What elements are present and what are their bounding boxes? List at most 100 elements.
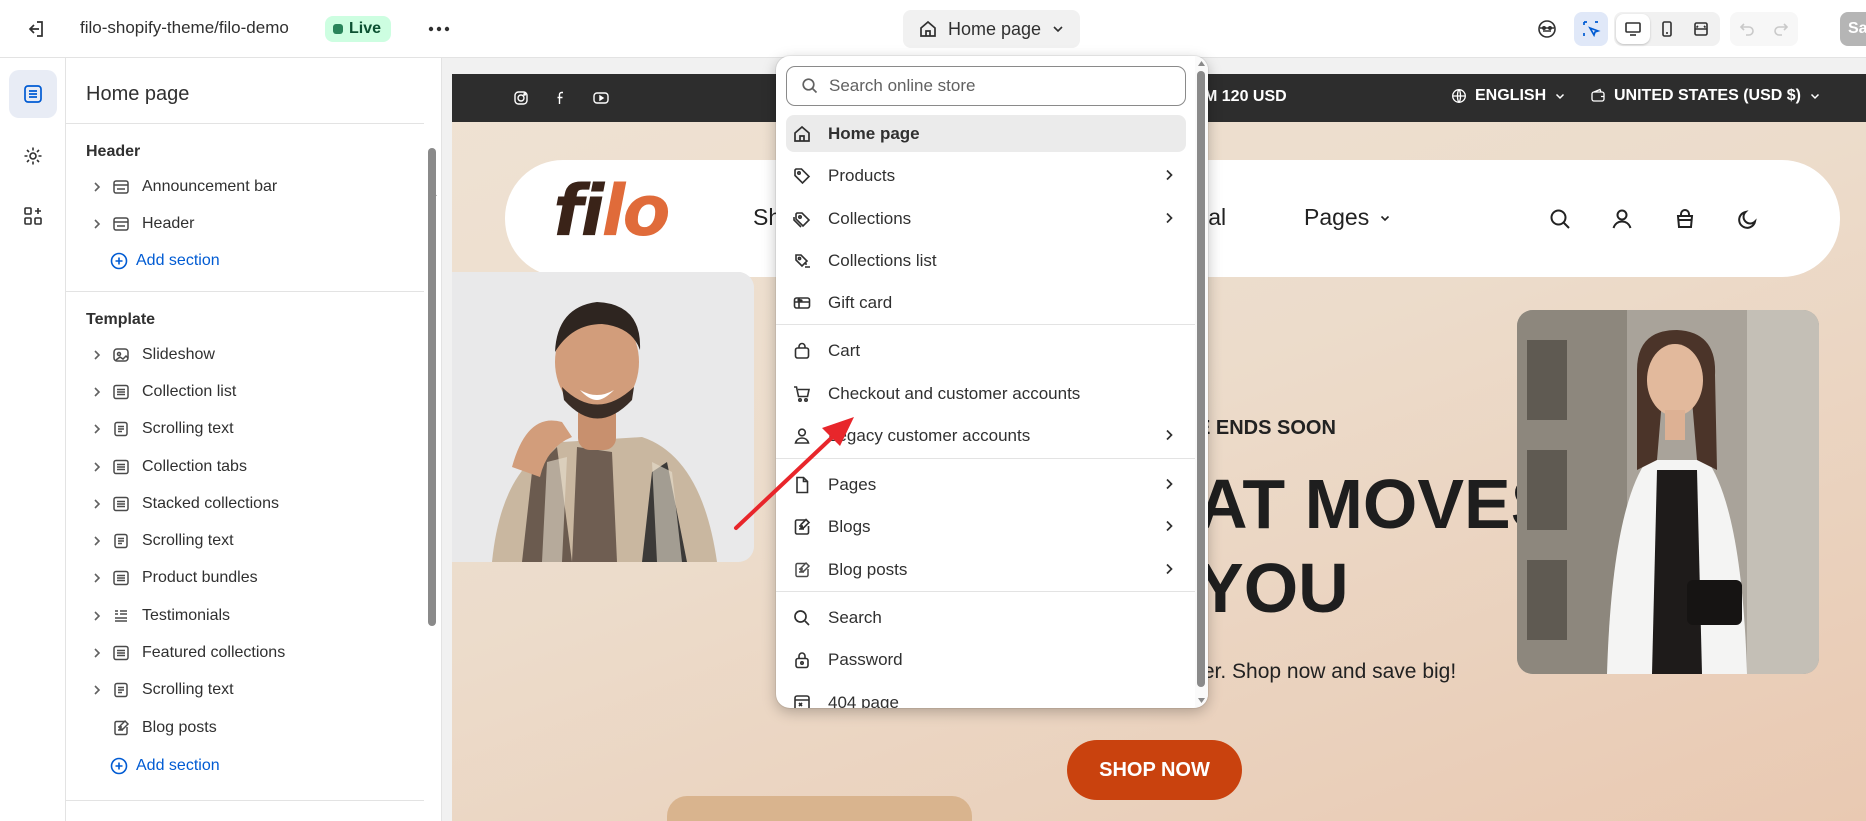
search-icon[interactable] — [1545, 204, 1575, 234]
sidebar-item-template[interactable]: Scrolling text — [86, 675, 416, 705]
chevron-right-icon[interactable] — [86, 344, 108, 366]
sections-tab[interactable] — [9, 70, 57, 118]
sidebar-scrollbar-thumb[interactable] — [428, 148, 436, 626]
chevron-right-icon[interactable] — [86, 605, 108, 627]
dropdown-item-legacy-customer-accounts[interactable]: Legacy customer accounts — [786, 417, 1186, 454]
header-icon — [110, 213, 132, 235]
sidebar-item-template[interactable]: Blog posts — [86, 713, 416, 743]
dropdown-item-cart[interactable]: Cart — [786, 332, 1186, 369]
sidebar-item-template[interactable]: Scrolling text — [86, 414, 416, 444]
dropdown-item-collections-list[interactable]: Collections list — [786, 242, 1186, 279]
hero-subtext: fer. Shop now and save big! — [1197, 660, 1457, 683]
collection-list-icon — [110, 456, 132, 478]
chevron-down-icon — [1053, 26, 1063, 33]
chevron-right-icon[interactable] — [86, 493, 108, 515]
chevron-right-icon[interactable] — [86, 418, 108, 440]
apps-tab[interactable] — [9, 192, 57, 240]
collection-list-icon — [110, 381, 132, 403]
add-section-button-template[interactable]: Add section — [110, 751, 220, 781]
store-logo[interactable]: filo — [553, 170, 671, 252]
dropdown-item-pages[interactable]: Pages — [786, 466, 1186, 503]
currency-selector[interactable]: UNITED STATES (USD $) — [1590, 87, 1821, 105]
blog-icon — [790, 515, 814, 539]
chevron-right-icon[interactable] — [86, 530, 108, 552]
undo-button[interactable] — [1730, 12, 1764, 46]
dropdown-item-gift-card[interactable]: Gift card — [786, 284, 1186, 321]
account-icon[interactable] — [1607, 204, 1637, 234]
search-online-store-field[interactable] — [786, 66, 1186, 106]
chevron-right-icon[interactable] — [86, 381, 108, 403]
instagram-icon[interactable] — [511, 88, 531, 108]
cart-bag-icon[interactable] — [1670, 204, 1700, 234]
dropdown-item-404-page[interactable]: 404 page — [786, 684, 1186, 708]
dropdown-item-checkout-and-customer-accounts[interactable]: Checkout and customer accounts — [786, 375, 1186, 412]
sidebar-item-template[interactable]: Product bundles — [86, 563, 416, 593]
hero-headline-line-1: AT MOVES — [1197, 465, 1558, 543]
sidebar-item-announcement-bar[interactable]: Announcement bar — [86, 172, 416, 202]
sidebar-item-template[interactable]: Slideshow — [86, 340, 416, 370]
dropdown-item-home-page[interactable]: Home page — [786, 115, 1186, 152]
full-width-view-button[interactable] — [1684, 14, 1718, 44]
slideshow-icon — [110, 344, 132, 366]
sidebar-item-header[interactable]: Header — [86, 209, 416, 239]
nav-pages-link[interactable]: Pages — [1304, 204, 1391, 231]
search-online-store-input[interactable] — [829, 76, 1169, 96]
facebook-icon[interactable] — [551, 88, 571, 108]
desktop-view-button[interactable] — [1616, 14, 1650, 44]
dropdown-scrollbar-thumb[interactable] — [1197, 71, 1205, 687]
dropdown-item-products[interactable]: Products — [786, 157, 1186, 194]
divider — [66, 800, 424, 801]
dropdown-divider — [776, 324, 1196, 325]
dropdown-item-password[interactable]: Password — [786, 641, 1186, 678]
chevron-right-icon[interactable] — [86, 213, 108, 235]
dropdown-item-label: Checkout and customer accounts — [828, 383, 1081, 403]
redo-icon — [1774, 23, 1789, 36]
sidebar-item-template[interactable]: Featured collections — [86, 638, 416, 668]
wallet-icon — [1591, 88, 1605, 102]
sections-icon — [24, 85, 42, 103]
dark-mode-icon[interactable] — [1733, 204, 1763, 234]
inspector-toggle-button[interactable] — [1574, 12, 1608, 46]
save-button[interactable]: Sa — [1840, 12, 1866, 46]
dropdown-item-blogs[interactable]: Blogs — [786, 508, 1186, 545]
redo-button[interactable] — [1764, 12, 1798, 46]
theme-editor-helper-button[interactable] — [1530, 12, 1564, 46]
add-section-button-header[interactable]: Add section — [110, 246, 220, 276]
sidebar-item-label: Announcement bar — [142, 178, 278, 195]
sidebar-item-template[interactable]: Testimonials — [86, 601, 416, 631]
chevron-right-icon[interactable] — [86, 679, 108, 701]
chevron-right-icon — [1160, 426, 1178, 444]
divider — [66, 123, 424, 124]
dropdown-divider — [776, 458, 1196, 459]
hero-headline: AT MOVES YOU — [1197, 462, 1557, 630]
dropdown-item-search[interactable]: Search — [786, 599, 1186, 636]
tag-icon — [790, 164, 814, 188]
dropdown-item-label: Collections list — [828, 250, 937, 270]
mobile-view-button[interactable] — [1650, 14, 1684, 44]
chevron-right-icon[interactable] — [86, 456, 108, 478]
sidebar-item-template[interactable]: Collection tabs — [86, 452, 416, 482]
text-icon — [110, 530, 132, 552]
dropdown-item-label: Products — [828, 165, 896, 185]
person-icon — [790, 424, 814, 448]
sections-sidebar: Home page Header Announcement bar Header… — [66, 58, 442, 821]
plus-circle-icon — [110, 757, 128, 775]
dropdown-item-collections[interactable]: Collections — [786, 200, 1186, 237]
dropdown-item-label: Legacy customer accounts — [828, 425, 1031, 445]
chevron-right-icon[interactable] — [86, 642, 108, 664]
collection-list-icon — [110, 642, 132, 664]
theme-settings-tab[interactable] — [9, 132, 57, 180]
chevron-right-icon[interactable] — [86, 176, 108, 198]
youtube-icon[interactable] — [591, 88, 611, 108]
sidebar-item-template[interactable]: Scrolling text — [86, 526, 416, 556]
sidebar-item-template[interactable]: Stacked collections — [86, 489, 416, 519]
dropdown-item-blog-posts[interactable]: Blog posts — [786, 551, 1186, 588]
more-actions-button[interactable] — [424, 14, 454, 44]
gift-card-icon — [790, 291, 814, 315]
page-selector-button[interactable]: Home page — [903, 10, 1080, 48]
exit-editor-button[interactable] — [22, 16, 50, 42]
language-selector[interactable]: ENGLISH — [1451, 87, 1566, 105]
shop-now-button[interactable]: SHOP NOW — [1067, 740, 1242, 800]
chevron-right-icon[interactable] — [86, 567, 108, 589]
sidebar-item-template[interactable]: Collection list — [86, 377, 416, 407]
